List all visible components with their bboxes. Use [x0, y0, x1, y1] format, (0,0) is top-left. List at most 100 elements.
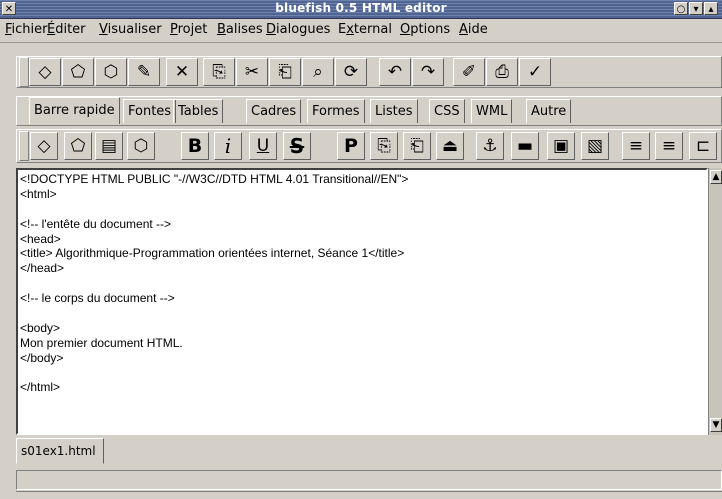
more-icon[interactable]: ⊏ [689, 132, 717, 160]
break-icon[interactable]: ⎘ [370, 132, 398, 160]
document-icon-glyph: ⬡ [133, 136, 149, 156]
menu-item-text: E [338, 22, 347, 37]
replace-icon-glyph: ⟳ [343, 62, 359, 82]
tab-3[interactable]: Cadres [246, 99, 302, 123]
scroll-down-icon[interactable]: ▼ [710, 418, 722, 432]
paste-icon-glyph: ⎗ [278, 62, 292, 82]
tab-0[interactable]: Barre rapide [29, 97, 120, 124]
body-icon-glyph: ⬠ [70, 136, 86, 156]
strikethrough-icon[interactable]: S [283, 132, 311, 160]
menu-item-text: x [346, 22, 354, 37]
tab-2[interactable]: Tables [173, 99, 224, 123]
spellcheck-icon[interactable]: ✓ [519, 58, 551, 86]
scroll-up-icon[interactable]: ▲ [710, 170, 722, 184]
tab-5[interactable]: Listes [370, 99, 418, 123]
thumbnail-icon-glyph: ▧ [586, 136, 604, 156]
tab-1[interactable]: Fontes [123, 99, 177, 123]
new-file-icon[interactable]: ◇ [29, 58, 61, 86]
tab-4[interactable]: Formes [307, 99, 365, 123]
toolbar-handle[interactable] [19, 57, 29, 87]
menu-item-5[interactable]: Dialogues [266, 22, 330, 37]
nbsp-icon[interactable]: ⏏ [436, 132, 464, 160]
image-icon[interactable]: ▣ [547, 132, 575, 160]
tab-6[interactable]: CSS [429, 99, 465, 123]
open-file-icon[interactable]: ⬠ [62, 58, 94, 86]
maximize-window-icon[interactable]: ▴ [704, 2, 718, 15]
menu-item-text: V [99, 22, 108, 37]
menu-item-7[interactable]: Options [400, 22, 450, 37]
tab-7[interactable]: WML [471, 99, 513, 123]
redo-icon[interactable]: ↷ [412, 58, 444, 86]
horizontal-rule-icon[interactable]: ▬ [511, 132, 539, 160]
break-clear-icon-glyph: ⎗ [410, 136, 424, 156]
code-line: <!-- l'entête du document --> [20, 216, 172, 231]
menu-item-1[interactable]: Éditer [47, 22, 86, 37]
italic-icon[interactable]: i [214, 132, 242, 160]
quickstart-icon[interactable]: ◇ [30, 132, 58, 160]
code-line: <!-- le corps du document --> [20, 291, 175, 306]
menu-item-8[interactable]: Aide [459, 22, 488, 37]
document-icon[interactable]: ⬡ [127, 132, 155, 160]
code-line: </body> [20, 350, 64, 365]
cut-icon[interactable]: ✂ [236, 58, 268, 86]
paste-icon[interactable]: ⎗ [269, 58, 301, 86]
copy-icon[interactable]: ⎘ [203, 58, 235, 86]
align-center-icon[interactable]: ≡ [655, 132, 683, 160]
spellcheck-icon-glyph: ✓ [527, 62, 543, 82]
menu-item-3[interactable]: Projet [170, 22, 207, 37]
break-icon-glyph: ⎘ [377, 136, 391, 156]
undo-icon-glyph: ↶ [387, 62, 403, 82]
window-title: bluefish 0.5 HTML editor [275, 1, 447, 15]
code-editor[interactable]: <!DOCTYPE HTML PUBLIC "-//W3C//DTD HTML … [16, 168, 708, 435]
horizontal-rule-icon-glyph: ▬ [516, 136, 534, 156]
quick-toolbar: ◇ ⬠ ▤ ⬡ Bi U S P ⎘ ⎗ ⏏ ⚓ ▬ ▣ ▧ ≡ ≡ ⊏ [16, 129, 722, 163]
menu-item-text: ternal [353, 22, 392, 37]
align-left-icon[interactable]: ≡ [622, 132, 650, 160]
close-file-icon[interactable]: ✕ [166, 58, 198, 86]
code-line: <html> [20, 186, 57, 201]
code-line: <head> [20, 231, 61, 246]
save-as-icon-glyph: ✎ [136, 62, 152, 82]
menu-item-2[interactable]: Visualiser [99, 22, 162, 37]
paragraph-icon[interactable]: P [337, 132, 365, 160]
toolbar-handle[interactable] [19, 131, 29, 161]
code-line: </head> [20, 261, 65, 276]
break-clear-icon[interactable]: ⎗ [403, 132, 431, 160]
strikethrough-icon-glyph: S [289, 134, 305, 158]
paragraph-icon-glyph: P [344, 135, 358, 157]
replace-icon[interactable]: ⟳ [335, 58, 367, 86]
vertical-scrollbar[interactable]: ▲ ▼ [708, 168, 722, 435]
thumbnail-icon[interactable]: ▧ [581, 132, 609, 160]
file-tab[interactable]: s01ex1.html [16, 438, 104, 464]
anchor-icon[interactable]: ⚓ [476, 132, 504, 160]
preferences-icon[interactable]: ✐ [453, 58, 485, 86]
search-icon[interactable]: ⌕ [302, 58, 334, 86]
comment-icon[interactable]: ▤ [95, 132, 123, 160]
iconify-window-icon[interactable]: ○ [674, 2, 688, 15]
menu-item-4[interactable]: Balises [217, 22, 263, 37]
minimize-window-icon[interactable]: ▾ [689, 2, 703, 15]
tab-8[interactable]: Autre [526, 99, 572, 123]
body-icon[interactable]: ⬠ [64, 132, 92, 160]
menu-item-text: É [47, 22, 56, 37]
print-icon[interactable]: ⎙ [486, 58, 518, 86]
undo-icon[interactable]: ↶ [379, 58, 411, 86]
save-as-icon[interactable]: ✎ [128, 58, 160, 86]
menu-item-6[interactable]: External [338, 22, 392, 37]
menu-item-text: O [400, 22, 411, 37]
bold-icon[interactable]: B [181, 132, 209, 160]
tab-strip: Barre rapide Fontes Tables Cadres Formes List… [16, 96, 722, 126]
cut-icon-glyph: ✂ [244, 62, 260, 82]
underline-icon[interactable]: U [249, 132, 277, 160]
save-icon[interactable]: ⬡ [95, 58, 127, 86]
preferences-icon-glyph: ✐ [461, 62, 477, 82]
menu-item-0[interactable]: Fichier [5, 22, 48, 37]
search-icon-glyph: ⌕ [313, 62, 323, 82]
italic-icon-glyph: i [224, 134, 232, 158]
quickstart-icon-glyph: ◇ [37, 136, 51, 156]
align-left-icon-glyph: ≡ [628, 136, 644, 156]
